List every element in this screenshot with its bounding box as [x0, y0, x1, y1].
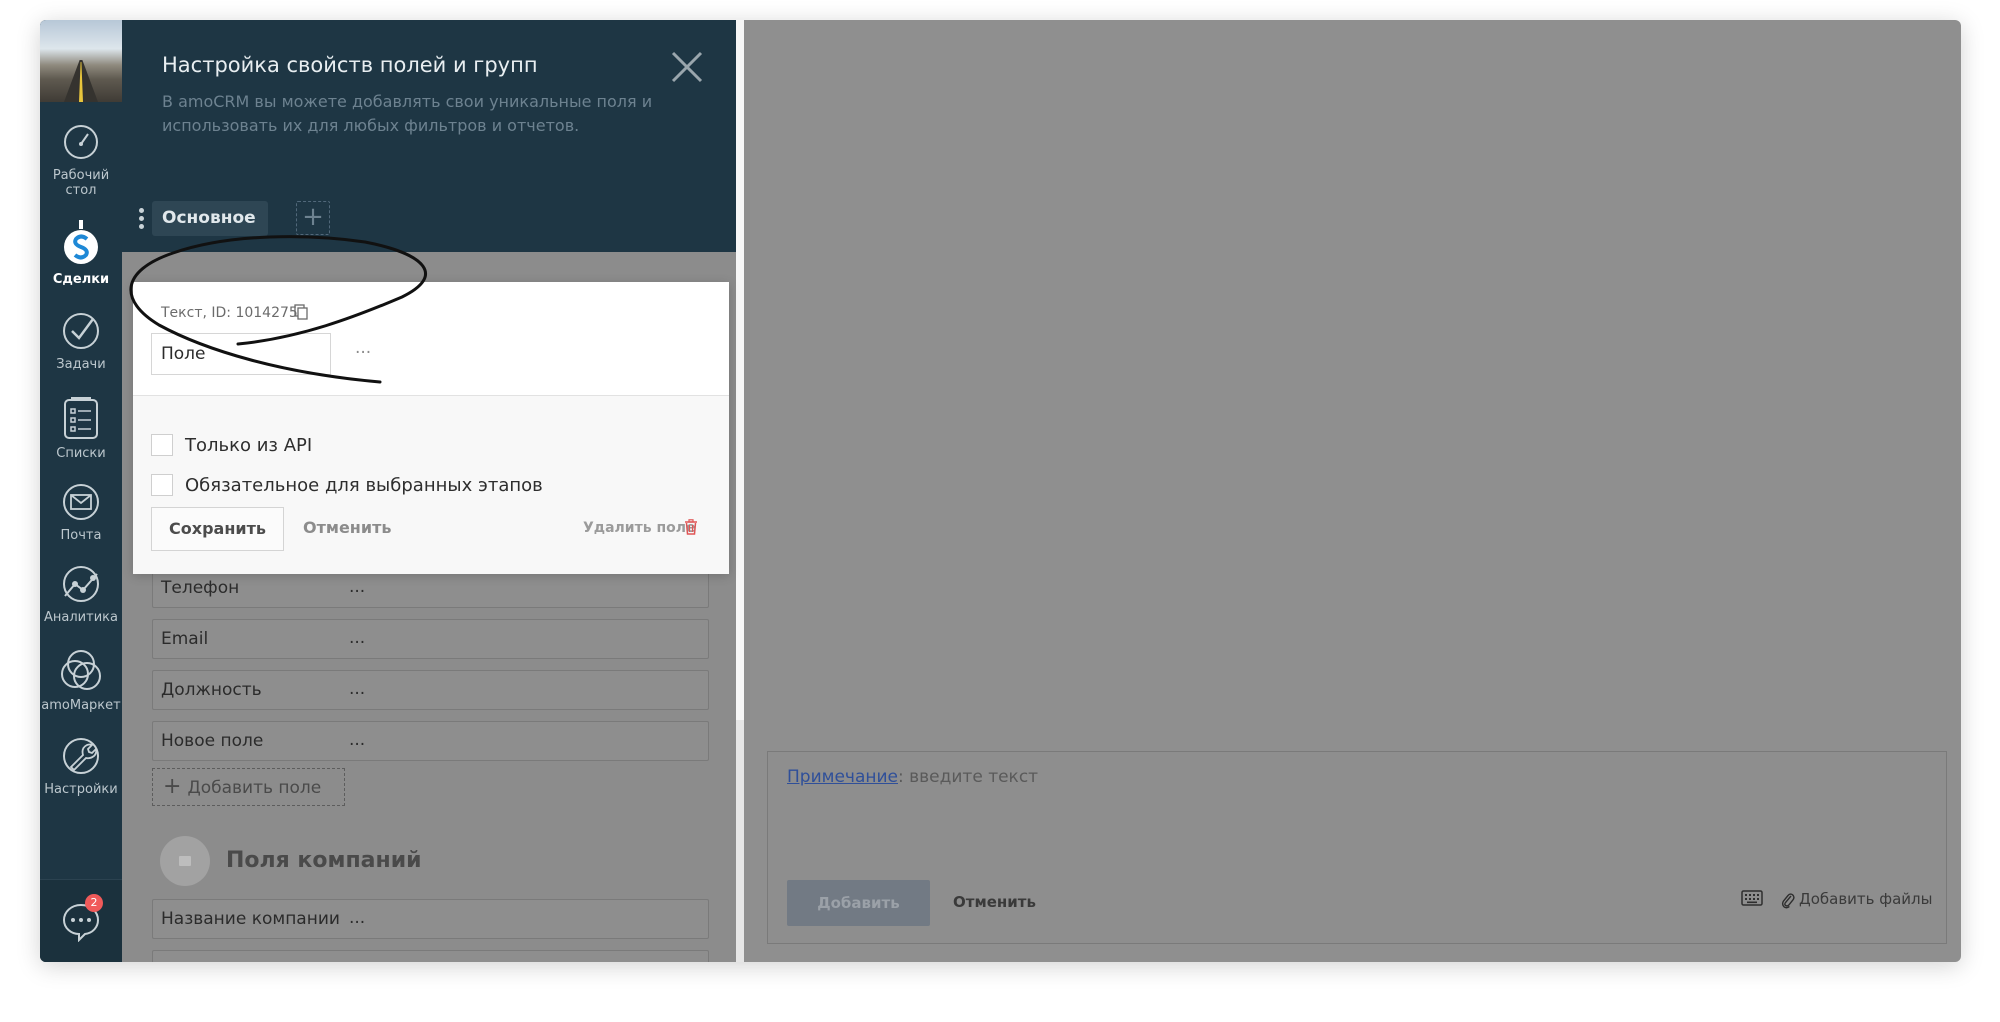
add-note-button[interactable]: Добавить: [787, 880, 930, 926]
field-name: Название компании: [161, 909, 340, 929]
add-field-label: Добавить поле: [187, 778, 322, 798]
user-avatar[interactable]: [40, 20, 122, 102]
field-name: Новое поле: [161, 731, 264, 751]
nav-item-mail[interactable]: Почта: [40, 482, 122, 543]
field-name: Телефон: [161, 578, 240, 598]
popup-header: Текст, ID: 1014275 ...: [133, 282, 729, 396]
field-row-phone[interactable]: Телефон ...: [152, 568, 709, 608]
more-icon[interactable]: ...: [349, 900, 365, 936]
more-icon[interactable]: ...: [349, 671, 365, 707]
nav-item-dashboard[interactable]: Рабочий стол: [40, 122, 122, 198]
nav-item-label: amoМаркет: [41, 698, 121, 713]
tab-main[interactable]: Основное: [152, 201, 268, 236]
nav-item-label: Рабочий стол: [52, 168, 110, 198]
panel-description: В amoCRM вы можете добавлять свои уникал…: [162, 92, 653, 135]
attach-files-label: Добавить файлы: [1799, 890, 1933, 908]
delete-field-label: Удалить поле: [583, 520, 696, 536]
more-icon[interactable]: ...: [349, 722, 365, 758]
copy-icon[interactable]: [294, 304, 308, 320]
checkbox[interactable]: [151, 434, 173, 456]
save-button[interactable]: Сохранить: [151, 507, 284, 551]
field-row-email[interactable]: Email ...: [152, 619, 709, 659]
panel-title: Настройка свойств полей и групп: [162, 53, 538, 77]
nav-item-settings[interactable]: Настройки: [40, 736, 122, 797]
panel-header: Настройка свойств полей и групп В amoCRM…: [122, 20, 742, 252]
checkbox-label: Обязательное для выбранных этапов: [185, 475, 543, 496]
nav-item-deals[interactable]: Сделки: [40, 220, 122, 287]
note-type-link[interactable]: Примечание: [787, 767, 898, 787]
market-icon: [61, 650, 101, 690]
delete-field-button[interactable]: Удалить поле: [583, 519, 697, 536]
dashboard-icon: [64, 125, 98, 159]
close-icon[interactable]: [670, 50, 704, 84]
tasks-icon: [63, 313, 99, 349]
nav-item-label: Почта: [60, 528, 102, 543]
field-row-position[interactable]: Должность ...: [152, 670, 709, 710]
checkbox[interactable]: [151, 474, 173, 496]
more-icon[interactable]: ...: [355, 338, 371, 358]
nav-item-analytics[interactable]: Аналитика: [40, 564, 122, 625]
lists-icon: [64, 397, 98, 439]
field-row-partial[interactable]: [152, 950, 709, 962]
note-composer: Примечание: введите текст Добавить Отмен…: [767, 751, 1947, 944]
settings-icon: [63, 738, 99, 774]
mail-icon: [63, 484, 99, 520]
chat-button[interactable]: 2: [40, 879, 122, 962]
cancel-note-button[interactable]: Отменить: [953, 893, 1036, 911]
field-name-input[interactable]: [151, 333, 331, 375]
nav-item-lists[interactable]: Списки: [40, 396, 122, 461]
note-placeholder: : введите текст: [898, 767, 1039, 787]
field-type-id: Текст, ID: 1014275: [161, 305, 298, 321]
trash-icon: [685, 519, 697, 535]
attach-files-button[interactable]: Добавить файлы: [1781, 890, 1932, 909]
paperclip-icon: [1781, 892, 1795, 908]
panel-scrollbar[interactable]: [736, 20, 744, 962]
cancel-button[interactable]: Отменить: [303, 518, 391, 537]
field-name: Должность: [161, 680, 262, 700]
left-nav: Рабочий стол Сделки Задачи Списки Почта …: [40, 20, 122, 962]
add-tab-button[interactable]: +: [296, 201, 330, 235]
app-window: Рабочий стол Сделки Задачи Списки Почта …: [40, 20, 1961, 962]
nav-item-label: Списки: [56, 446, 106, 461]
drag-handle-icon[interactable]: [139, 208, 145, 230]
chat-badge: 2: [85, 894, 103, 912]
note-input[interactable]: Примечание: введите текст: [787, 767, 1038, 787]
field-edit-popup: Текст, ID: 1014275 ... Только из API Обя…: [133, 282, 729, 574]
nav-item-label: Настройки: [44, 782, 118, 797]
more-icon[interactable]: ...: [349, 620, 365, 656]
keyboard-icon[interactable]: [1741, 890, 1763, 906]
add-field-button[interactable]: + Добавить поле: [152, 768, 345, 806]
nav-item-label: Сделки: [52, 272, 110, 287]
deals-icon: [64, 220, 98, 264]
analytics-icon: [63, 566, 99, 602]
company-fields-title: Поля компаний: [226, 848, 422, 873]
nav-item-tasks[interactable]: Задачи: [40, 311, 122, 372]
nav-item-market[interactable]: amoМаркет: [40, 648, 122, 713]
field-name: Email: [161, 629, 209, 649]
nav-item-label: Задачи: [56, 357, 106, 372]
checkbox-label: Только из API: [185, 435, 313, 456]
field-row-company-name[interactable]: Название компании ...: [152, 899, 709, 939]
plus-icon: +: [163, 774, 182, 799]
more-icon[interactable]: ...: [349, 569, 365, 605]
field-row-new-field[interactable]: Новое поле ...: [152, 721, 709, 761]
company-icon: [160, 836, 210, 886]
nav-item-label: Аналитика: [44, 610, 118, 625]
